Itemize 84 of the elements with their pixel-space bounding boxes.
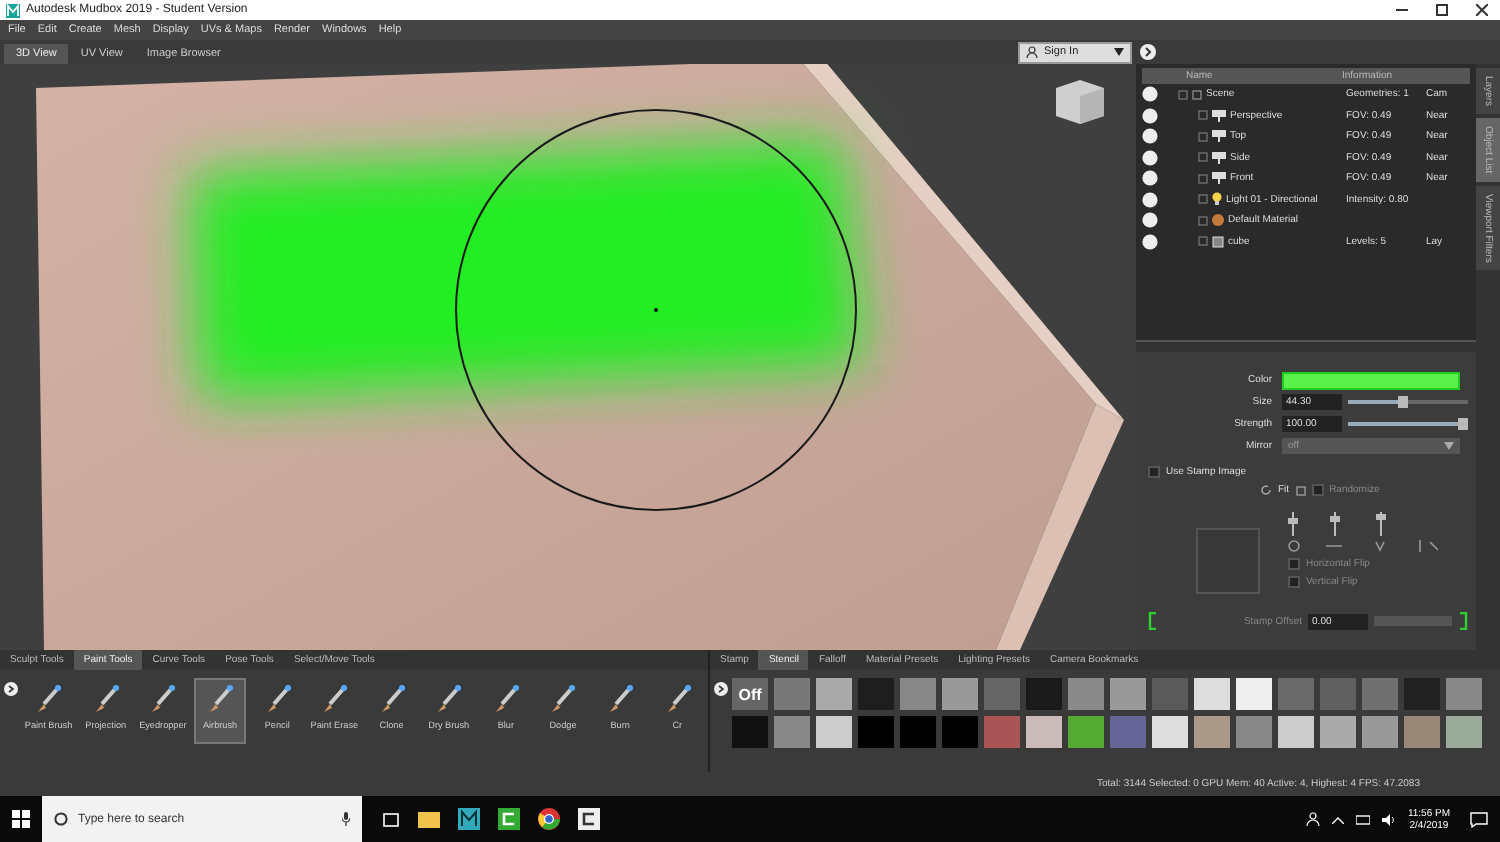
stencil-thumbnail[interactable] <box>984 678 1020 710</box>
stencil-thumbnail[interactable] <box>1068 678 1104 710</box>
stamp-preview <box>1196 528 1260 594</box>
stencil-thumbnail[interactable] <box>900 678 936 710</box>
rotate-icon[interactable] <box>1260 484 1272 496</box>
brush-tool-icon <box>32 684 65 716</box>
stencil-thumbnail[interactable] <box>732 716 768 748</box>
app-m-icon[interactable] <box>458 808 480 830</box>
minimize-icon[interactable] <box>1396 4 1408 16</box>
stencil-thumbnail[interactable] <box>1362 716 1398 748</box>
checkbox[interactable] <box>1288 576 1300 588</box>
people-icon[interactable] <box>1305 812 1320 826</box>
stencil-thumbnail[interactable] <box>1194 716 1230 748</box>
stencil-thumbnail[interactable] <box>1110 678 1146 710</box>
slider-thumb[interactable] <box>1458 418 1469 430</box>
stencil-thumbnail[interactable] <box>858 716 894 748</box>
stencil-thumbnail[interactable] <box>1404 716 1440 748</box>
stencil-thumbnail[interactable] <box>1236 716 1272 748</box>
windows-start-icon[interactable] <box>12 810 30 828</box>
stencil-thumbnail[interactable] <box>942 678 978 710</box>
caret-icon <box>1444 442 1454 450</box>
microphone-icon[interactable] <box>342 812 350 826</box>
bracket-icon[interactable] <box>1148 612 1158 630</box>
expand-icon[interactable] <box>4 682 18 696</box>
stencil-thumbnail[interactable] <box>1320 678 1356 710</box>
stencil-thumbnail[interactable] <box>1152 678 1188 710</box>
folder-icon[interactable] <box>418 810 440 828</box>
mesh-icon <box>1212 235 1224 248</box>
brush-tool-icon <box>546 684 579 716</box>
brush-tool-icon <box>318 684 351 716</box>
notifications-icon[interactable] <box>1470 811 1488 827</box>
stencil-thumbnail[interactable] <box>1026 716 1062 748</box>
caret-icon <box>1114 48 1124 56</box>
browser-icon[interactable] <box>538 808 560 830</box>
stencil-thumbnail[interactable] <box>1446 678 1482 710</box>
adjustment-sliders-icon[interactable] <box>1288 512 1438 552</box>
brush-tool-icon <box>604 684 637 716</box>
camera-icon <box>1212 130 1226 143</box>
maximize-icon[interactable] <box>1436 4 1448 16</box>
stencil-thumbnail[interactable] <box>816 678 852 710</box>
light-bulb-icon <box>1212 192 1222 207</box>
camera-icon <box>1212 109 1226 122</box>
view-cube-icon[interactable] <box>1056 80 1104 124</box>
stencil-off-button[interactable]: Off <box>732 678 768 710</box>
stencil-thumbnail[interactable] <box>1110 716 1146 748</box>
color-swatch[interactable] <box>1282 371 1460 389</box>
stencil-thumbnail[interactable] <box>1320 716 1356 748</box>
stencil-thumbnail[interactable] <box>1278 716 1314 748</box>
brush-tool-icon <box>432 684 465 716</box>
stencil-thumbnail[interactable] <box>1278 678 1314 710</box>
chevron-up-icon[interactable] <box>1331 815 1344 823</box>
brush-tool-icon <box>204 684 237 716</box>
bracket-icon[interactable] <box>1458 612 1469 630</box>
brush-tool-icon <box>146 684 179 716</box>
search-icon <box>54 812 68 826</box>
stencil-thumbnail[interactable] <box>1446 716 1482 748</box>
stencil-thumbnail[interactable] <box>774 716 810 748</box>
help-icon[interactable] <box>1140 44 1156 60</box>
app-c-icon[interactable] <box>578 808 600 830</box>
camera-icon <box>1212 151 1226 164</box>
material-sphere-icon <box>1212 214 1224 227</box>
slider-thumb[interactable] <box>1397 396 1408 408</box>
stencil-thumbnail[interactable] <box>1026 678 1062 710</box>
stencil-thumbnail[interactable] <box>816 716 852 748</box>
volume-icon[interactable] <box>1381 813 1396 825</box>
stencil-thumbnail[interactable] <box>1362 678 1398 710</box>
stencil-thumbnail[interactable] <box>900 716 936 748</box>
stencil-thumbnail[interactable] <box>1068 716 1104 748</box>
task-view-icon[interactable] <box>382 811 400 827</box>
camera-icon <box>1212 172 1226 185</box>
checkbox[interactable] <box>1288 558 1300 570</box>
stencil-thumbnail[interactable] <box>1404 678 1440 710</box>
user-icon <box>1026 46 1038 58</box>
checkbox[interactable] <box>1311 484 1324 496</box>
stencil-thumbnail[interactable] <box>942 716 978 748</box>
stencil-thumbnail[interactable] <box>1194 678 1230 710</box>
stencil-thumbnail[interactable] <box>1152 716 1188 748</box>
checkbox[interactable] <box>1148 466 1160 478</box>
stencil-thumbnail[interactable] <box>1236 678 1272 710</box>
stencil-thumbnail[interactable] <box>858 678 894 710</box>
stencil-thumbnail[interactable] <box>774 678 810 710</box>
close-icon[interactable] <box>1476 4 1488 16</box>
expand-icon[interactable] <box>714 682 728 696</box>
stencil-thumbnail[interactable] <box>984 716 1020 748</box>
